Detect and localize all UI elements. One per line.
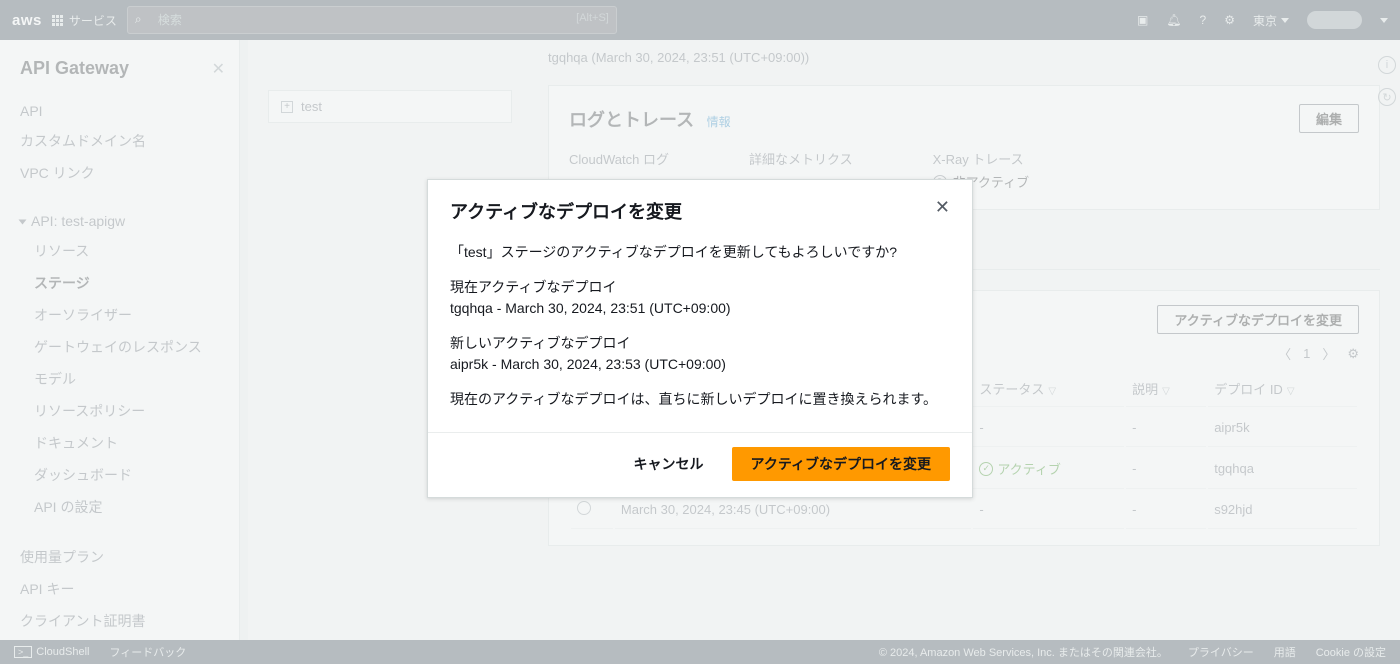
new-deploy-header: 新しいアクティブなデプロイ (450, 335, 630, 351)
confirm-change-button[interactable]: アクティブなデプロイを変更 (732, 447, 950, 481)
modal-note: 現在のアクティブなデプロイは、直ちに新しいデプロイに置き換えられます。 (450, 389, 950, 410)
close-icon[interactable]: ✕ (935, 198, 950, 216)
current-deploy-value: tgqhqa - March 30, 2024, 23:51 (UTC+09:0… (450, 300, 731, 316)
modal-confirm-text: 「test」ステージのアクティブなデプロイを更新してもよろしいですか? (450, 242, 950, 263)
new-deploy-value: aipr5k - March 30, 2024, 23:53 (UTC+09:0… (450, 356, 726, 372)
change-deploy-modal: アクティブなデプロイを変更 ✕ 「test」ステージのアクティブなデプロイを更新… (427, 179, 973, 498)
cancel-button[interactable]: キャンセル (616, 447, 722, 481)
modal-title: アクティブなデプロイを変更 (450, 198, 682, 224)
current-deploy-header: 現在アクティブなデプロイ (450, 279, 616, 295)
